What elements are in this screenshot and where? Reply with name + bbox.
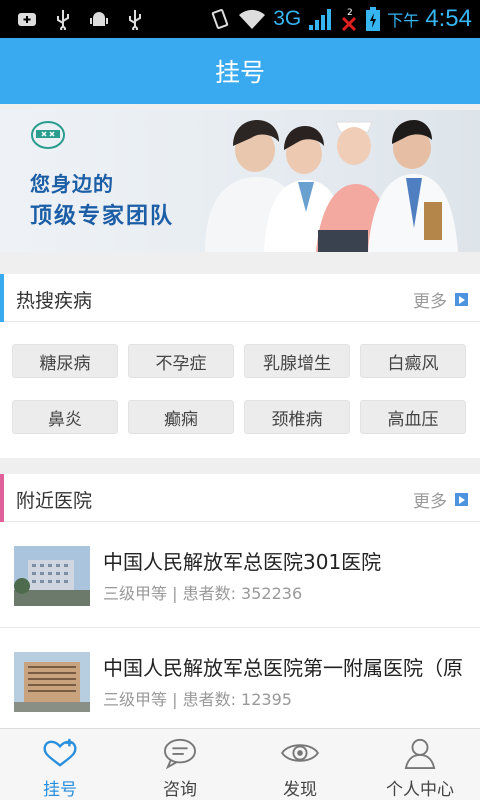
hospital-photo xyxy=(14,546,90,606)
battery-charging-icon xyxy=(366,7,381,31)
svg-text:2: 2 xyxy=(347,8,353,18)
section-accent-bar xyxy=(0,274,4,322)
hot-diseases-header: 热搜疾病 更多 xyxy=(0,274,480,322)
hospital-list-item[interactable]: 中国人民解放军总医院第一附属医院（原 三级甲等 | 患者数: 12395 xyxy=(0,628,480,728)
clock-time: 4:54 xyxy=(425,5,472,32)
section-accent-bar xyxy=(0,474,4,522)
hospital-list-item[interactable]: 中国人民解放军总医院301医院 三级甲等 | 患者数: 352236 xyxy=(0,522,480,628)
nav-label: 个人中心 xyxy=(386,780,454,800)
arrow-right-icon xyxy=(455,293,468,306)
disease-tag[interactable]: 乳腺增生 xyxy=(244,344,350,378)
disease-tag[interactable]: 高血压 xyxy=(360,400,466,434)
eye-icon xyxy=(281,744,319,762)
hospital-name: 中国人民解放军总医院301医院 xyxy=(103,550,382,574)
wifi-icon xyxy=(239,9,266,29)
usb-icon-2 xyxy=(129,10,141,30)
nav-tab-discover[interactable]: 发现 xyxy=(240,729,360,800)
hot-diseases-more-link[interactable]: 更多 xyxy=(413,287,468,312)
hospital-photo xyxy=(14,652,90,712)
nav-tab-registration[interactable]: 挂号 xyxy=(0,729,120,800)
registration-icon xyxy=(43,738,77,767)
hot-diseases-section: 热搜疾病 更多 糖尿病 不孕症 乳腺增生 白癜风 鼻炎 癫痫 颈椎病 高血压 xyxy=(0,274,480,458)
network-type: 3G xyxy=(273,7,302,30)
status-bar: 3G 2 下午 4:54 xyxy=(0,0,480,38)
nav-label: 咨询 xyxy=(163,780,197,800)
hospital-meta: 三级甲等 | 患者数: 352236 xyxy=(103,584,303,603)
title-bar: 挂号 xyxy=(0,38,480,104)
disease-tag[interactable]: 癫痫 xyxy=(128,400,234,434)
nav-label: 挂号 xyxy=(43,780,77,800)
person-icon xyxy=(404,738,436,769)
chat-icon xyxy=(164,738,196,769)
nav-tab-consult[interactable]: 咨询 xyxy=(120,729,240,800)
hot-diseases-title: 热搜疾病 xyxy=(16,290,93,312)
disease-tag[interactable]: 不孕症 xyxy=(128,344,234,378)
nav-label: 发现 xyxy=(283,780,317,800)
nearby-hospitals-section: 附近医院 更多 中国人民解放军总医院301医院 三级甲等 | 患者数: 3522… xyxy=(0,474,480,728)
bottom-navigation: 挂号 咨询 发现 个人中心 xyxy=(0,728,480,800)
banner-line1: 您身边的 xyxy=(30,172,114,196)
hospital-logo-icon xyxy=(31,121,65,149)
arrow-right-icon xyxy=(455,493,468,506)
nearby-hospitals-title: 附近医院 xyxy=(16,490,93,512)
nearby-hospitals-header: 附近医院 更多 xyxy=(0,474,480,522)
hospital-meta: 三级甲等 | 患者数: 12395 xyxy=(103,690,292,709)
page-title: 挂号 xyxy=(214,58,265,87)
nearby-hospitals-more-link[interactable]: 更多 xyxy=(413,487,468,512)
more-label: 更多 xyxy=(413,292,447,312)
disease-tag[interactable]: 白癜风 xyxy=(360,344,466,378)
nav-tab-profile[interactable]: 个人中心 xyxy=(360,729,480,800)
hospital-name: 中国人民解放军总医院第一附属医院（原 xyxy=(103,656,463,680)
signal-icon xyxy=(309,9,332,30)
clock-ampm: 下午 xyxy=(387,11,420,30)
no-signal-icon: 2 xyxy=(342,8,357,32)
notification-plus-icon xyxy=(18,13,36,26)
more-label: 更多 xyxy=(413,492,447,512)
usb-icon xyxy=(57,10,69,30)
android-debug-icon xyxy=(90,12,108,26)
disease-tag[interactable]: 糖尿病 xyxy=(12,344,118,378)
vibrate-icon xyxy=(212,9,229,29)
doctors-team-image xyxy=(205,120,458,252)
disease-tag-grid: 糖尿病 不孕症 乳腺增生 白癜风 鼻炎 癫痫 颈椎病 高血压 xyxy=(0,322,480,434)
banner-line2: 顶级专家团队 xyxy=(30,204,175,229)
disease-tag[interactable]: 鼻炎 xyxy=(12,400,118,434)
promo-banner[interactable]: 您身边的 顶级专家团队 xyxy=(0,110,480,252)
disease-tag[interactable]: 颈椎病 xyxy=(244,400,350,434)
